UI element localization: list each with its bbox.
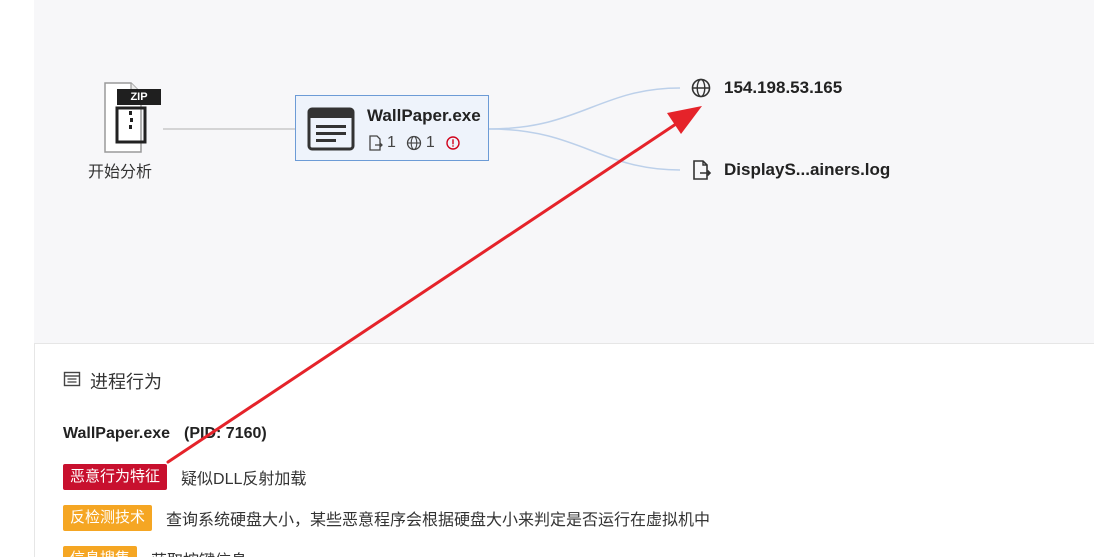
leaf-ip-address[interactable]: 154.198.53.165 (690, 77, 842, 99)
file-count: 1 (387, 134, 396, 151)
process-name-text: WallPaper.exe (63, 425, 171, 442)
behavior-item: 恶意行为特征 疑似DLL反射加载 (63, 464, 306, 490)
process-identity: WallPaper.exe (PID: 7160) (63, 425, 267, 443)
page: ZIP 开始分析 WallPaper.exe 1 1 154.198.53.16… (0, 0, 1094, 557)
start-node[interactable]: ZIP 开始分析 (80, 80, 161, 182)
leaf-log-file[interactable]: DisplayS...ainers.log (690, 159, 890, 181)
globe-icon (690, 77, 712, 99)
file-export-icon (690, 159, 712, 181)
zip-badge: ZIP (117, 89, 161, 105)
link-process-to-file (488, 128, 681, 171)
process-behavior-panel: 进程行为 WallPaper.exe (PID: 7160) 恶意行为特征 疑似D… (34, 343, 1094, 557)
file-export-icon (367, 135, 383, 151)
behavior-item: 反检测技术 查询系统硬盘大小，某些恶意程序会根据硬盘大小来判定是否运行在虚拟机中 (63, 505, 710, 531)
behavior-description: 查询系统硬盘大小，某些恶意程序会根据硬盘大小来判定是否运行在虚拟机中 (166, 512, 711, 529)
panel-title: 进程行为 (90, 372, 162, 392)
pid-text: (PID: 7160) (184, 425, 267, 442)
process-node-wallpaper[interactable]: WallPaper.exe 1 1 (295, 95, 489, 161)
panel-header: 进程行为 (63, 368, 162, 394)
graph-links (163, 87, 681, 171)
zip-file-icon: ZIP (93, 80, 161, 154)
network-count: 1 (425, 134, 435, 151)
link-process-to-ip (488, 87, 681, 130)
list-icon (63, 370, 81, 393)
start-node-label: 开始分析 (87, 164, 152, 181)
window-app-icon (307, 107, 355, 151)
alert-circle-icon (445, 135, 461, 151)
behavior-tag-info-gathering[interactable]: 信息搜集 (63, 546, 138, 557)
process-meta: 1 1 (367, 134, 461, 152)
behavior-tag-malicious[interactable]: 恶意行为特征 (63, 464, 168, 490)
behavior-description: 疑似DLL反射加载 (181, 471, 307, 488)
process-name: WallPaper.exe (367, 106, 481, 125)
behavior-tag-anti-detection[interactable]: 反检测技术 (63, 505, 153, 531)
behavior-item: 信息搜集 获取按键信息 (63, 546, 247, 557)
globe-icon (406, 135, 422, 151)
log-file-label: DisplayS...ainers.log (724, 160, 891, 179)
ip-address-label: 154.198.53.165 (724, 78, 843, 97)
behavior-description: 获取按键信息 (151, 547, 247, 557)
